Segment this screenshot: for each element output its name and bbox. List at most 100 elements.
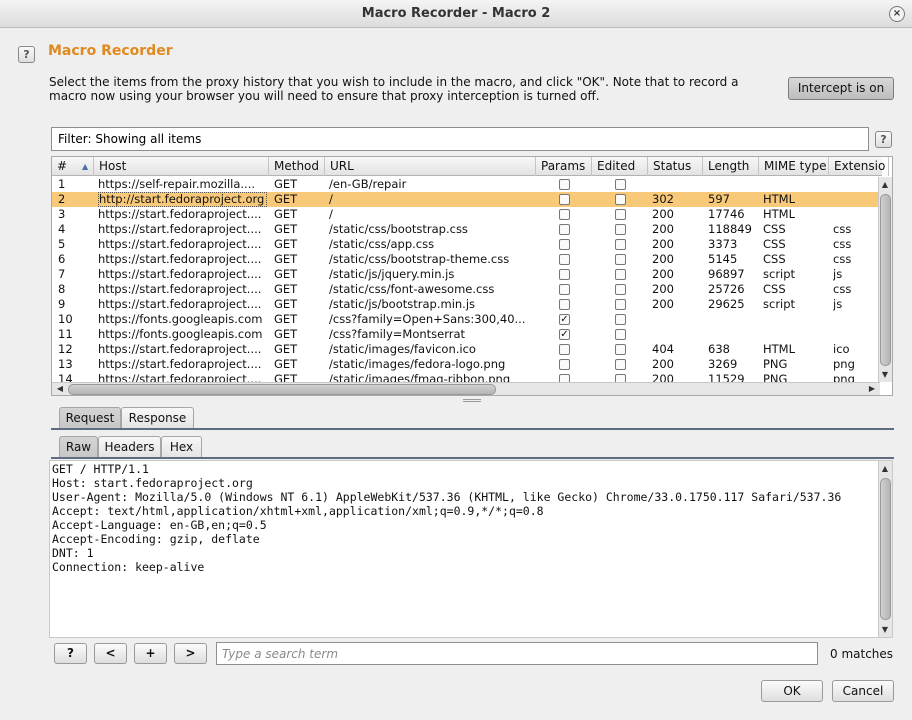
table-row[interactable]: 7 https://start.fedoraproject.... GET/stat…: [52, 267, 880, 282]
search-help-button[interactable]: ?: [54, 643, 87, 664]
col-length-header[interactable]: Length: [703, 157, 759, 176]
table-vertical-scrollbar[interactable]: ▲ ▼: [878, 177, 892, 382]
params-checkbox[interactable]: [559, 359, 570, 370]
params-checkbox[interactable]: [559, 254, 570, 265]
col-method-cell: GET: [274, 357, 298, 371]
tab-headers[interactable]: Headers: [98, 436, 161, 458]
col-method-header[interactable]: Method: [269, 157, 325, 176]
table-row[interactable]: 5 https://start.fedoraproject.... GET/stat…: [52, 237, 880, 252]
params-checkbox[interactable]: [559, 224, 570, 235]
edited-checkbox[interactable]: [615, 344, 626, 355]
edited-checkbox[interactable]: [615, 329, 626, 340]
col-length-cell: [708, 327, 758, 342]
col-edited-header[interactable]: Edited: [592, 157, 648, 176]
editor-scroll-thumb[interactable]: [880, 478, 891, 620]
editor-vertical-scrollbar[interactable]: ▲ ▼: [878, 461, 892, 637]
table-row[interactable]: 13 https://start.fedoraproject.... GET/sta…: [52, 357, 880, 372]
params-checkbox[interactable]: [559, 299, 570, 310]
edited-checkbox[interactable]: [615, 374, 626, 382]
col-extension-cell: css: [833, 282, 852, 296]
col-length-cell: 3269: [708, 357, 738, 371]
col-url-cell: /static/js/jquery.min.js: [329, 267, 455, 281]
scroll-right-icon[interactable]: ▶: [866, 384, 878, 393]
params-checkbox[interactable]: [559, 179, 570, 190]
col-number-cell: 8: [58, 282, 66, 296]
next-match-button[interactable]: >: [174, 643, 207, 664]
table-row[interactable]: 1 https://self-repair.mozilla.... GET/en-G…: [52, 177, 880, 192]
scroll-down-icon[interactable]: ▼: [879, 370, 891, 379]
tab-request[interactable]: Request: [59, 407, 121, 429]
params-checkbox[interactable]: [559, 269, 570, 280]
edited-checkbox[interactable]: [615, 359, 626, 370]
col-params-header[interactable]: Params: [536, 157, 592, 176]
col-number-header[interactable]: # ▲: [52, 157, 94, 176]
column-header-label: Extensio: [834, 159, 886, 173]
add-button[interactable]: +: [134, 643, 167, 664]
col-status-header[interactable]: Status: [648, 157, 703, 176]
description-text: Select the items from the proxy history …: [49, 75, 739, 103]
edited-checkbox[interactable]: [615, 299, 626, 310]
col-status-cell: 200: [652, 237, 674, 251]
pane-splitter-handle[interactable]: [463, 399, 481, 402]
col-url-cell: /static/images/fmag-ribbon.png: [329, 372, 511, 382]
col-url-header[interactable]: URL: [325, 157, 536, 176]
params-checkbox[interactable]: ✓: [559, 329, 570, 340]
params-checkbox[interactable]: [559, 374, 570, 382]
edited-checkbox[interactable]: [615, 209, 626, 220]
help-icon[interactable]: ?: [18, 46, 35, 63]
filter-bar[interactable]: Filter: Showing all items: [51, 127, 869, 151]
edited-checkbox[interactable]: [615, 239, 626, 250]
cancel-button[interactable]: Cancel: [832, 680, 894, 702]
tab-raw[interactable]: Raw: [59, 436, 98, 458]
filter-help-icon[interactable]: ?: [875, 131, 892, 148]
params-checkbox[interactable]: [559, 284, 570, 295]
col-mime-type-header[interactable]: MIME type: [759, 157, 829, 176]
scroll-up-icon[interactable]: ▲: [879, 180, 891, 189]
table-horizontal-scrollbar[interactable]: ◀ ▶: [52, 382, 880, 395]
table-row[interactable]: 9 https://start.fedoraproject.... GET/stat…: [52, 297, 880, 312]
params-checkbox[interactable]: [559, 344, 570, 355]
scroll-up-icon[interactable]: ▲: [879, 464, 891, 473]
edited-checkbox[interactable]: [615, 269, 626, 280]
table-row[interactable]: 6 https://start.fedoraproject.... GET/stat…: [52, 252, 880, 267]
table-row[interactable]: 11 https://fonts.googleapis.com GET/css?fa…: [52, 327, 880, 342]
edited-checkbox[interactable]: [615, 224, 626, 235]
edited-checkbox[interactable]: [615, 194, 626, 205]
col-host-header[interactable]: Host: [94, 157, 269, 176]
edited-checkbox[interactable]: [615, 179, 626, 190]
edited-checkbox[interactable]: [615, 254, 626, 265]
close-icon[interactable]: ×: [889, 6, 905, 22]
scroll-down-icon[interactable]: ▼: [879, 625, 891, 634]
sort-ascending-icon[interactable]: ▲: [82, 157, 88, 176]
table-row[interactable]: 4 https://start.fedoraproject.... GET/stat…: [52, 222, 880, 237]
search-input[interactable]: [216, 642, 818, 665]
params-checkbox[interactable]: [559, 194, 570, 205]
raw-request-text[interactable]: GET / HTTP/1.1 Host: start.fedoraproject…: [52, 462, 841, 574]
table-row[interactable]: 10 https://fonts.googleapis.com GET/css?fa…: [52, 312, 880, 327]
params-checkbox[interactable]: [559, 209, 570, 220]
params-checkbox[interactable]: [559, 239, 570, 250]
intercept-toggle-button[interactable]: Intercept is on: [788, 77, 894, 100]
edited-checkbox[interactable]: [615, 314, 626, 325]
edited-checkbox[interactable]: [615, 284, 626, 295]
table-horizontal-scroll-thumb[interactable]: [68, 384, 496, 395]
column-header-label: MIME type: [764, 159, 827, 173]
previous-match-button[interactable]: <: [94, 643, 127, 664]
col-number-cell: 13: [58, 357, 73, 371]
tab-hex[interactable]: Hex: [161, 436, 202, 458]
col-mime-type-cell: script: [763, 297, 796, 311]
table-vertical-scroll-thumb[interactable]: [880, 194, 891, 366]
subtab-divider: [51, 457, 894, 459]
ok-button[interactable]: OK: [761, 680, 823, 702]
scroll-left-icon[interactable]: ◀: [54, 384, 66, 393]
table-row[interactable]: 2 http://start.fedoraproject.org GET / 302 59…: [52, 192, 880, 207]
table-row[interactable]: 3 https://start.fedoraproject.... GET / 200 1…: [52, 207, 880, 222]
table-row[interactable]: 8 https://start.fedoraproject.... GET/stat…: [52, 282, 880, 297]
table-row[interactable]: 14 https://start.fedoraproject.... GET/sta…: [52, 372, 880, 382]
tab-response[interactable]: Response: [121, 407, 194, 429]
raw-request-editor[interactable]: GET / HTTP/1.1 Host: start.fedoraproject…: [49, 460, 893, 638]
table-row[interactable]: 12 https://start.fedoraproject.... GET/sta…: [52, 342, 880, 357]
params-checkbox[interactable]: ✓: [559, 314, 570, 325]
column-header-label: Edited: [597, 159, 636, 173]
col-extension-header[interactable]: Extensio: [829, 157, 889, 176]
